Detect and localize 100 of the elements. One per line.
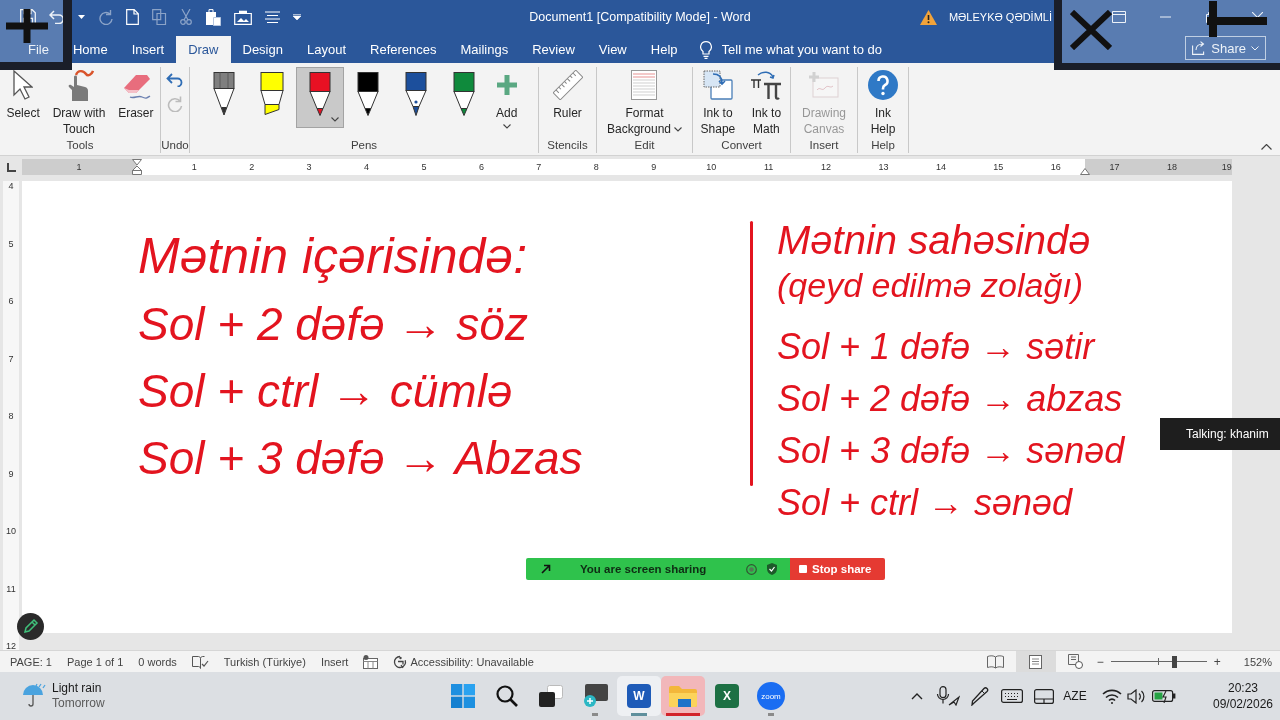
battery-icon[interactable] bbox=[1152, 689, 1176, 703]
save-icon[interactable] bbox=[20, 9, 36, 25]
draw-with-touch-button[interactable]: Draw with Touch bbox=[50, 67, 108, 137]
weather-time[interactable]: Tomorrow bbox=[52, 696, 105, 711]
caret-icon[interactable] bbox=[293, 14, 301, 20]
page-lines-icon bbox=[631, 70, 658, 100]
handwritten-line: Sol + ctrl → sənəd bbox=[777, 481, 1074, 525]
group-label: Undo bbox=[161, 138, 189, 153]
ruler-number: 11 bbox=[6, 584, 16, 596]
ink-to-shape-button[interactable]: Ink to Shape bbox=[698, 67, 738, 137]
handwritten-subheading: (qeyd edilmə zolağı) bbox=[777, 265, 1085, 305]
language-indicator[interactable]: AZE bbox=[1058, 689, 1092, 703]
handwritten-line: Sol + 3 dəfə → Abzas bbox=[138, 431, 584, 486]
ribbon-tab[interactable]: Draw bbox=[176, 36, 231, 63]
ribbon-tab[interactable]: References bbox=[358, 36, 449, 63]
video-meeting-icon: zoom bbox=[757, 682, 785, 710]
keyboard-icon[interactable] bbox=[1001, 689, 1023, 703]
ink-help-button[interactable]: Ink Help bbox=[866, 67, 900, 137]
zoom-out-button[interactable]: − bbox=[1095, 654, 1105, 669]
pen-button[interactable] bbox=[296, 67, 344, 128]
shape-icon bbox=[702, 70, 733, 100]
ribbon-tab[interactable]: Layout bbox=[294, 36, 358, 63]
ruler-number: 13 bbox=[877, 162, 890, 172]
status-text[interactable]: PAGE: 1 bbox=[10, 655, 52, 668]
status-text[interactable]: Insert bbox=[320, 655, 349, 668]
status-text[interactable]: Turkish (Türkiye) bbox=[223, 655, 306, 668]
slider-thumb[interactable] bbox=[1171, 655, 1177, 668]
ruler-button[interactable]: Ruler bbox=[550, 67, 585, 121]
ruler-number: 6 bbox=[477, 162, 485, 172]
accessibility-button[interactable]: Accessibility: Unavailable bbox=[393, 654, 534, 669]
ribbon-tab[interactable]: Home bbox=[60, 36, 120, 63]
align-icon[interactable] bbox=[265, 10, 280, 24]
select-button[interactable]: Select bbox=[4, 67, 42, 121]
help-icon bbox=[868, 70, 898, 100]
umbrella-icon[interactable] bbox=[22, 683, 46, 709]
ruler-number: 15 bbox=[992, 162, 1005, 172]
ribbon-tab[interactable]: Design bbox=[230, 36, 295, 63]
speaker-icon[interactable] bbox=[1127, 688, 1145, 704]
handwritten-line: Sol + 2 dəfə → söz bbox=[138, 297, 529, 352]
plus-icon[interactable] bbox=[1207, 1, 1267, 37]
picture-icon[interactable] bbox=[234, 9, 252, 25]
zoom-level[interactable]: 152% bbox=[1243, 655, 1272, 668]
indent-marker-icon[interactable] bbox=[132, 159, 142, 175]
group-label: Stencils bbox=[546, 138, 589, 153]
ruler-number: 1 bbox=[190, 162, 198, 172]
clock-time[interactable]: 20:23 bbox=[1228, 680, 1258, 696]
ribbon-tab[interactable]: Insert bbox=[119, 36, 177, 63]
shield-icon[interactable] bbox=[767, 563, 777, 575]
format-background-button[interactable]: Format Background bbox=[604, 67, 684, 137]
page-icon bbox=[1029, 654, 1043, 669]
spreadsheet-icon: X bbox=[715, 684, 739, 708]
warning-icon bbox=[919, 9, 937, 25]
eraser-button[interactable]: Eraser bbox=[116, 67, 156, 121]
ribbon-tab[interactable]: Help bbox=[638, 36, 690, 63]
record-icon[interactable] bbox=[746, 563, 757, 575]
status-text[interactable]: Page 1 of 1 bbox=[67, 655, 124, 668]
ribbon-tab[interactable]: View bbox=[586, 36, 639, 63]
vertical-ruler[interactable]: 4 5 6 7 8 9 10 11 12 bbox=[3, 181, 19, 650]
touchpad-icon[interactable] bbox=[1034, 688, 1054, 704]
plus-icon[interactable] bbox=[6, 9, 48, 43]
arrow-icon[interactable] bbox=[541, 564, 551, 574]
taskbar-button[interactable]: W bbox=[617, 676, 661, 716]
screen-share-message: You are screen sharing bbox=[580, 563, 707, 575]
clock-date[interactable]: 09/02/2026 bbox=[1212, 696, 1274, 712]
clipboard-icon[interactable] bbox=[205, 8, 221, 26]
page-icon[interactable] bbox=[126, 9, 139, 25]
macro-icon[interactable] bbox=[363, 654, 379, 669]
task-view-icon bbox=[539, 685, 563, 707]
ruler-number: 11 bbox=[762, 162, 775, 172]
pen-icon[interactable] bbox=[971, 686, 989, 706]
group-label: Pens bbox=[349, 138, 379, 153]
share-button[interactable]: Share bbox=[1185, 36, 1266, 60]
pen-icon[interactable] bbox=[17, 613, 44, 640]
ribbon-tab[interactable]: Review bbox=[520, 36, 587, 63]
view-button[interactable] bbox=[1015, 651, 1056, 672]
status-text[interactable]: 0 words bbox=[138, 655, 177, 668]
indent-marker-icon[interactable] bbox=[1080, 168, 1090, 175]
wifi-icon[interactable] bbox=[1102, 688, 1122, 704]
user-name[interactable]: MƏLEYKƏ QƏDİMLİ bbox=[948, 11, 1052, 23]
ink-to-math-button[interactable]: Ink to Math bbox=[748, 67, 785, 137]
speaker-indicator: Talking: khanim bbox=[1160, 418, 1280, 450]
collapse-icon[interactable] bbox=[1261, 144, 1272, 150]
taskbar-button[interactable]: X bbox=[705, 676, 749, 716]
window-layout-icon[interactable] bbox=[1112, 11, 1126, 23]
chevron-up-icon[interactable] bbox=[911, 692, 923, 700]
zoom-in-button[interactable]: + bbox=[1212, 654, 1222, 669]
weather-condition[interactable]: Light rain bbox=[52, 681, 105, 696]
add-pen-button[interactable]: Add bbox=[494, 67, 520, 129]
tell-me-field[interactable]: Tell me what you want to do bbox=[721, 42, 897, 57]
stop-share-button[interactable]: Stop share bbox=[790, 558, 885, 580]
tab-stop-icon[interactable] bbox=[6, 162, 16, 172]
ribbon-tab[interactable]: File bbox=[16, 36, 61, 63]
caret-icon[interactable] bbox=[78, 15, 85, 19]
ruler-number: 12 bbox=[820, 162, 833, 172]
ruler-number: 9 bbox=[650, 162, 658, 172]
proofing-icon[interactable] bbox=[191, 654, 209, 669]
ruler-number: 3 bbox=[305, 162, 313, 172]
microphone-icon[interactable] bbox=[936, 686, 960, 706]
ribbon-tab[interactable]: Mailings bbox=[448, 36, 521, 63]
word-processor-icon: W bbox=[627, 684, 651, 708]
